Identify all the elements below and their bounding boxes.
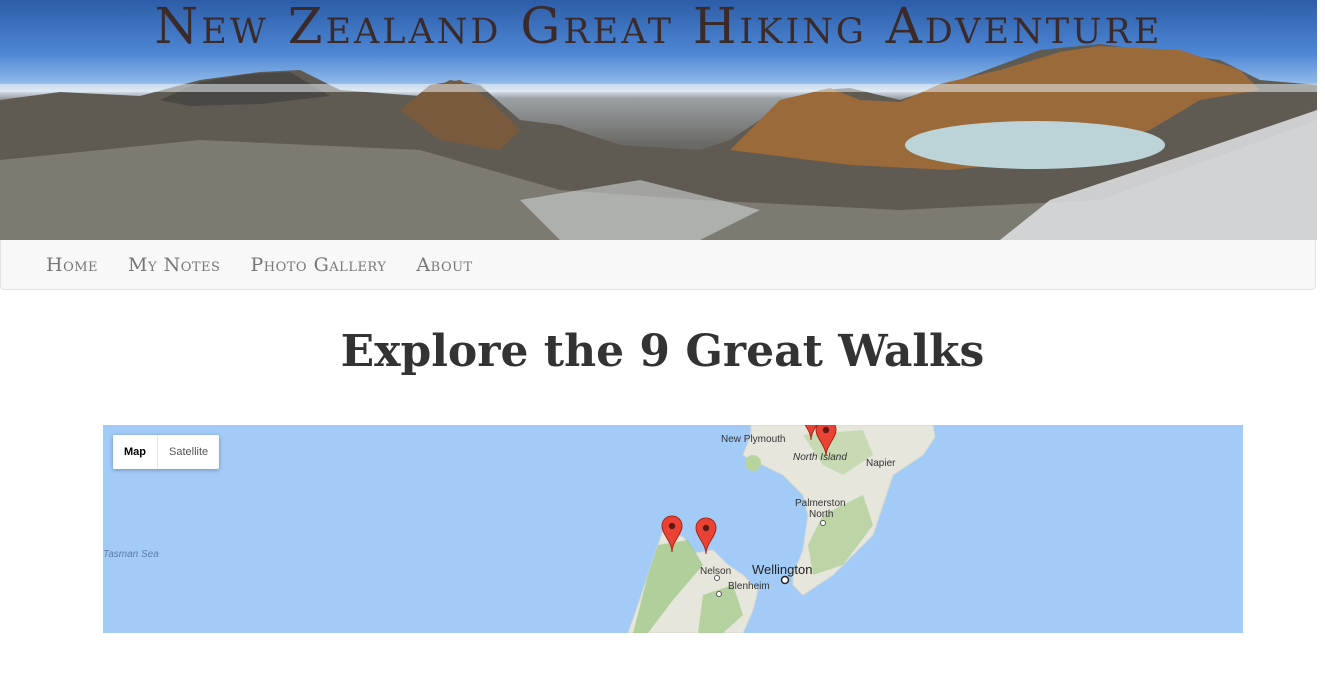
nav-item-my-notes: My Notes [113,254,235,276]
page-heading: Explore the 9 Great Walks [340,326,985,377]
city-dot-wellington [780,575,790,585]
main-navbar: Home My Notes Photo Gallery About [0,240,1316,290]
walk-marker-whanganui[interactable] [800,425,822,441]
nav-link-my-notes[interactable]: My Notes [128,254,220,276]
header-banner: New Zealand Great Hiking Adventure [0,0,1317,240]
nav-item-home: Home [31,254,113,276]
city-dot-palmerston [820,520,826,526]
crater-lake [905,121,1165,169]
city-dot-blenheim [716,591,722,597]
nav-item-photo-gallery: Photo Gallery [235,254,401,276]
site-title: New Zealand Great Hiking Adventure [154,0,1163,55]
nav-link-home[interactable]: Home [46,254,98,276]
cloud-band [0,84,1317,92]
nav-item-about: About [401,254,487,276]
great-walks-map[interactable]: Map Satellite New Plymouth North Island … [103,425,1243,633]
nav-link-about[interactable]: About [416,254,472,276]
nav-link-photo-gallery[interactable]: Photo Gallery [250,254,386,276]
city-dot-nelson [714,575,720,581]
nav-list: Home My Notes Photo Gallery About [1,240,1315,290]
walk-marker-heaphy[interactable] [661,515,683,553]
walk-marker-abel-tasman[interactable] [695,517,717,555]
